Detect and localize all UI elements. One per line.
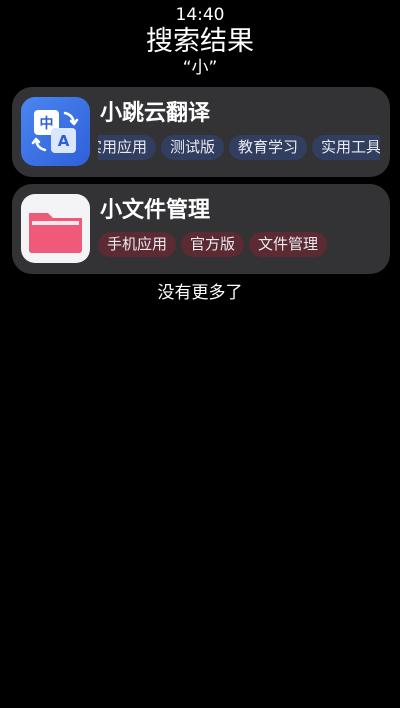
tag-list[interactable]: 实用应用 测试版 教育学习 实用工具 xyxy=(98,135,380,161)
tag: 测试版 xyxy=(161,135,225,160)
tag: 文件管理 xyxy=(249,232,328,257)
status-bar-time: 14:40 xyxy=(175,5,225,25)
tag: 实用工具 xyxy=(312,135,380,160)
folder-icon xyxy=(21,194,90,263)
svg-text:中: 中 xyxy=(40,115,54,132)
page-title: 搜索结果 xyxy=(146,26,254,57)
tag-list[interactable]: 手机应用 官方版 文件管理 xyxy=(98,232,380,258)
result-card[interactable]: 小文件管理 手机应用 官方版 文件管理 xyxy=(12,184,390,274)
tag: 官方版 xyxy=(181,232,245,257)
app-name: 小文件管理 xyxy=(100,198,211,223)
search-query: “小” xyxy=(182,58,218,78)
result-card[interactable]: 中 A 小跳云翻译 实用应用 测试版 教育学习 实用工具 xyxy=(12,87,390,177)
app-name: 小跳云翻译 xyxy=(100,101,211,126)
tag: 实用应用 xyxy=(98,135,157,160)
no-more-results-label: 没有更多了 xyxy=(157,283,243,303)
tag: 手机应用 xyxy=(98,232,177,257)
svg-text:A: A xyxy=(58,132,70,150)
translate-icon: 中 A xyxy=(21,97,90,166)
tag: 教育学习 xyxy=(229,135,308,160)
